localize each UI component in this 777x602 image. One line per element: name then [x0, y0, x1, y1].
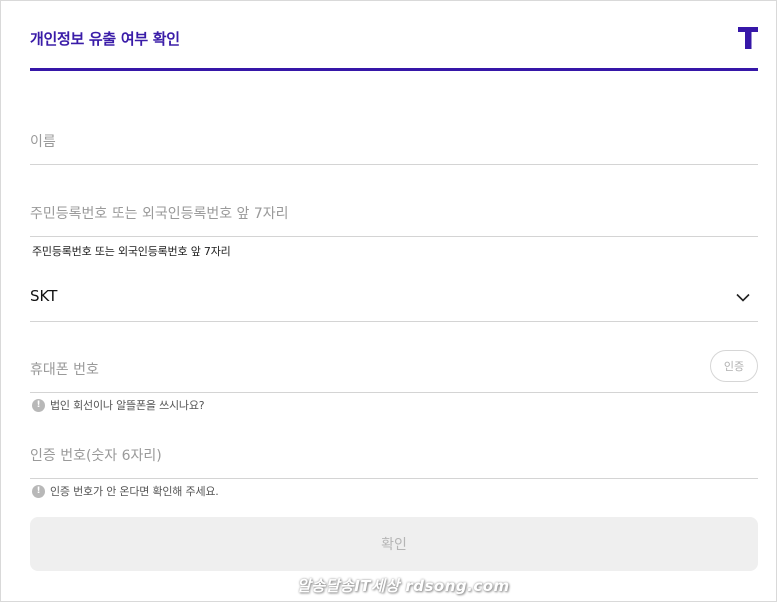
info-icon: !	[32, 484, 45, 498]
rrn-input[interactable]	[30, 206, 690, 222]
code-note-text: 인증 번호가 안 온다면 확인해 주세요.	[50, 485, 219, 498]
name-field	[30, 101, 758, 165]
phone-input[interactable]	[30, 362, 690, 378]
watermark: 알송달송IT세상 rdsong.com	[297, 577, 510, 595]
chevron-down-icon	[736, 293, 750, 302]
verify-button[interactable]: 인증	[710, 350, 758, 382]
name-input[interactable]	[30, 134, 690, 150]
header: 개인정보 유출 여부 확인	[30, 1, 758, 71]
phone-field: 인증	[30, 337, 758, 393]
rrn-hint: 주민등록번호 또는 외국인등록번호 앞 7자리	[32, 245, 231, 258]
code-field	[30, 421, 758, 479]
t-logo-icon	[738, 27, 758, 49]
phone-note-text: 법인 회선이나 알뜰폰을 쓰시나요?	[50, 399, 205, 412]
info-icon: !	[32, 398, 45, 412]
page-frame: 개인정보 유출 여부 확인 주민등록번호 또는 외국인등록번호 앞 7자리 SK…	[0, 0, 777, 602]
carrier-selected-value: SKT	[30, 287, 58, 305]
page-title: 개인정보 유출 여부 확인	[30, 30, 180, 48]
confirm-button[interactable]: 확인	[30, 517, 758, 571]
carrier-select[interactable]: SKT	[30, 271, 758, 322]
verification-code-input[interactable]	[30, 448, 690, 464]
code-note[interactable]: ! 인증 번호가 안 온다면 확인해 주세요.	[32, 483, 219, 499]
phone-note[interactable]: ! 법인 회선이나 알뜰폰을 쓰시나요?	[32, 397, 205, 413]
rrn-field	[30, 171, 758, 237]
